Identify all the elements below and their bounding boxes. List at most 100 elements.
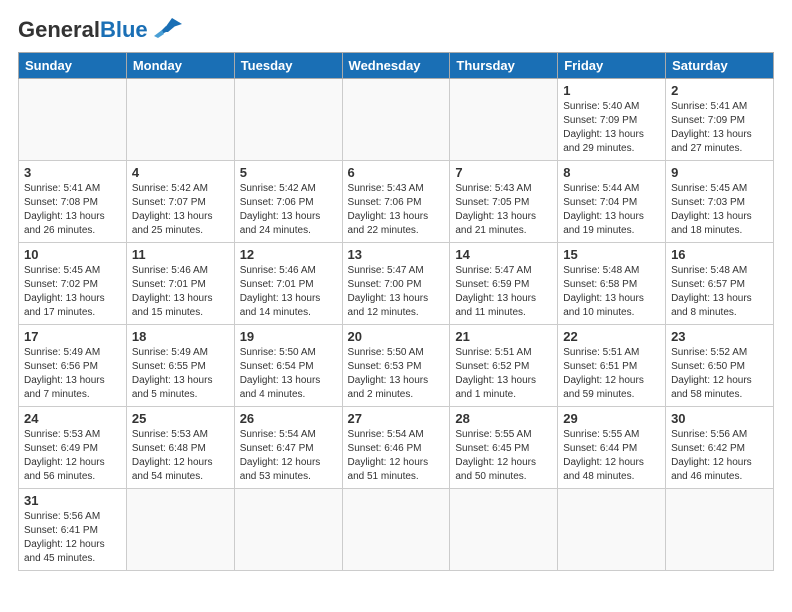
calendar-cell: 9 Sunrise: 5:45 AM Sunset: 7:03 PM Daylig… — [666, 161, 774, 243]
weekday-header-monday: Monday — [126, 53, 234, 79]
calendar-cell: 28Sunrise: 5:55 AM Sunset: 6:45 PM Dayli… — [450, 407, 558, 489]
day-info: Sunrise: 5:41 AM Sunset: 7:08 PM Dayligh… — [24, 182, 121, 238]
weekday-header-friday: Friday — [558, 53, 666, 79]
day-number: 18 — [132, 329, 229, 344]
calendar-cell — [450, 79, 558, 161]
calendar-cell: 23 Sunrise: 5:52 AM Sunset: 6:50 PM Dayli… — [666, 325, 774, 407]
page-header: GeneralBlue — [18, 18, 774, 42]
calendar-cell: 17Sunrise: 5:49 AM Sunset: 6:56 PM Dayli… — [19, 325, 127, 407]
calendar-cell: 22 Sunrise: 5:51 AM Sunset: 6:51 PM Dayli… — [558, 325, 666, 407]
logo: GeneralBlue — [18, 18, 188, 42]
calendar-cell: 11Sunrise: 5:46 AM Sunset: 7:01 PM Dayli… — [126, 243, 234, 325]
weekday-header-wednesday: Wednesday — [342, 53, 450, 79]
calendar-cell: 10 Sunrise: 5:45 AM Sunset: 7:02 PM Dayli… — [19, 243, 127, 325]
calendar-cell — [342, 79, 450, 161]
day-number: 21 — [455, 329, 552, 344]
day-info: Sunrise: 5:53 AM Sunset: 6:48 PM Dayligh… — [132, 428, 229, 484]
calendar-week-4: 17Sunrise: 5:49 AM Sunset: 6:56 PM Dayli… — [19, 325, 774, 407]
day-info: Sunrise: 5:54 AM Sunset: 6:46 PM Dayligh… — [348, 428, 445, 484]
calendar-cell — [666, 489, 774, 571]
calendar-cell: 15 Sunrise: 5:48 AM Sunset: 6:58 PM Dayli… — [558, 243, 666, 325]
day-info: Sunrise: 5:43 AM Sunset: 7:06 PM Dayligh… — [348, 182, 445, 238]
weekday-header-tuesday: Tuesday — [234, 53, 342, 79]
day-info: Sunrise: 5:56 AM Sunset: 6:42 PM Dayligh… — [671, 428, 768, 484]
day-info: Sunrise: 5:47 AM Sunset: 6:59 PM Dayligh… — [455, 264, 552, 320]
day-number: 10 — [24, 247, 121, 262]
calendar-cell — [558, 489, 666, 571]
calendar-cell: 7 Sunrise: 5:43 AM Sunset: 7:05 PM Daylig… — [450, 161, 558, 243]
day-number: 27 — [348, 411, 445, 426]
day-number: 5 — [240, 165, 337, 180]
day-info: Sunrise: 5:45 AM Sunset: 7:03 PM Dayligh… — [671, 182, 768, 238]
day-number: 9 — [671, 165, 768, 180]
day-info: Sunrise: 5:49 AM Sunset: 6:55 PM Dayligh… — [132, 346, 229, 402]
day-info: Sunrise: 5:51 AM Sunset: 6:51 PM Dayligh… — [563, 346, 660, 402]
calendar-week-5: 24 Sunrise: 5:53 AM Sunset: 6:49 PM Dayli… — [19, 407, 774, 489]
calendar-cell: 19 Sunrise: 5:50 AM Sunset: 6:54 PM Dayli… — [234, 325, 342, 407]
calendar-cell: 29Sunrise: 5:55 AM Sunset: 6:44 PM Dayli… — [558, 407, 666, 489]
day-number: 15 — [563, 247, 660, 262]
weekday-header-sunday: Sunday — [19, 53, 127, 79]
day-number: 30 — [671, 411, 768, 426]
day-number: 22 — [563, 329, 660, 344]
day-info: Sunrise: 5:50 AM Sunset: 6:53 PM Dayligh… — [348, 346, 445, 402]
calendar-cell: 4Sunrise: 5:42 AM Sunset: 7:07 PM Daylig… — [126, 161, 234, 243]
day-number: 25 — [132, 411, 229, 426]
calendar-week-6: 31 Sunrise: 5:56 AM Sunset: 6:41 PM Dayli… — [19, 489, 774, 571]
day-number: 8 — [563, 165, 660, 180]
logo-bird-icon — [152, 14, 188, 42]
day-info: Sunrise: 5:41 AM Sunset: 7:09 PM Dayligh… — [671, 100, 768, 156]
day-info: Sunrise: 5:43 AM Sunset: 7:05 PM Dayligh… — [455, 182, 552, 238]
day-number: 14 — [455, 247, 552, 262]
calendar-cell: 1 Sunrise: 5:40 AM Sunset: 7:09 PM Daylig… — [558, 79, 666, 161]
day-info: Sunrise: 5:54 AM Sunset: 6:47 PM Dayligh… — [240, 428, 337, 484]
day-number: 31 — [24, 493, 121, 508]
calendar-cell: 26 Sunrise: 5:54 AM Sunset: 6:47 PM Dayli… — [234, 407, 342, 489]
day-info: Sunrise: 5:53 AM Sunset: 6:49 PM Dayligh… — [24, 428, 121, 484]
calendar-cell: 20 Sunrise: 5:50 AM Sunset: 6:53 PM Dayli… — [342, 325, 450, 407]
day-info: Sunrise: 5:40 AM Sunset: 7:09 PM Dayligh… — [563, 100, 660, 156]
calendar-cell: 13 Sunrise: 5:47 AM Sunset: 7:00 PM Dayli… — [342, 243, 450, 325]
calendar-cell — [234, 79, 342, 161]
day-number: 19 — [240, 329, 337, 344]
calendar-cell: 31 Sunrise: 5:56 AM Sunset: 6:41 PM Dayli… — [19, 489, 127, 571]
calendar-cell — [126, 489, 234, 571]
day-number: 26 — [240, 411, 337, 426]
day-info: Sunrise: 5:52 AM Sunset: 6:50 PM Dayligh… — [671, 346, 768, 402]
day-number: 17 — [24, 329, 121, 344]
calendar-cell — [450, 489, 558, 571]
calendar-table: SundayMondayTuesdayWednesdayThursdayFrid… — [18, 52, 774, 571]
calendar-cell: 25 Sunrise: 5:53 AM Sunset: 6:48 PM Dayli… — [126, 407, 234, 489]
day-number: 1 — [563, 83, 660, 98]
calendar-cell: 18 Sunrise: 5:49 AM Sunset: 6:55 PM Dayli… — [126, 325, 234, 407]
day-number: 20 — [348, 329, 445, 344]
weekday-header-thursday: Thursday — [450, 53, 558, 79]
calendar-cell — [126, 79, 234, 161]
calendar-cell: 6Sunrise: 5:43 AM Sunset: 7:06 PM Daylig… — [342, 161, 450, 243]
day-info: Sunrise: 5:46 AM Sunset: 7:01 PM Dayligh… — [132, 264, 229, 320]
calendar-cell: 3 Sunrise: 5:41 AM Sunset: 7:08 PM Daylig… — [19, 161, 127, 243]
calendar-cell: 21Sunrise: 5:51 AM Sunset: 6:52 PM Dayli… — [450, 325, 558, 407]
day-number: 24 — [24, 411, 121, 426]
day-number: 7 — [455, 165, 552, 180]
day-info: Sunrise: 5:56 AM Sunset: 6:41 PM Dayligh… — [24, 510, 121, 566]
day-number: 2 — [671, 83, 768, 98]
calendar-week-2: 3 Sunrise: 5:41 AM Sunset: 7:08 PM Daylig… — [19, 161, 774, 243]
calendar-week-1: 1 Sunrise: 5:40 AM Sunset: 7:09 PM Daylig… — [19, 79, 774, 161]
day-info: Sunrise: 5:48 AM Sunset: 6:58 PM Dayligh… — [563, 264, 660, 320]
calendar-cell — [19, 79, 127, 161]
calendar-cell: 27 Sunrise: 5:54 AM Sunset: 6:46 PM Dayli… — [342, 407, 450, 489]
day-info: Sunrise: 5:47 AM Sunset: 7:00 PM Dayligh… — [348, 264, 445, 320]
day-info: Sunrise: 5:42 AM Sunset: 7:06 PM Dayligh… — [240, 182, 337, 238]
logo-text: GeneralBlue — [18, 19, 148, 41]
calendar-cell: 24 Sunrise: 5:53 AM Sunset: 6:49 PM Dayli… — [19, 407, 127, 489]
day-number: 13 — [348, 247, 445, 262]
calendar-cell: 8Sunrise: 5:44 AM Sunset: 7:04 PM Daylig… — [558, 161, 666, 243]
day-number: 3 — [24, 165, 121, 180]
day-info: Sunrise: 5:45 AM Sunset: 7:02 PM Dayligh… — [24, 264, 121, 320]
day-info: Sunrise: 5:55 AM Sunset: 6:45 PM Dayligh… — [455, 428, 552, 484]
day-info: Sunrise: 5:50 AM Sunset: 6:54 PM Dayligh… — [240, 346, 337, 402]
day-number: 23 — [671, 329, 768, 344]
day-number: 4 — [132, 165, 229, 180]
day-number: 16 — [671, 247, 768, 262]
